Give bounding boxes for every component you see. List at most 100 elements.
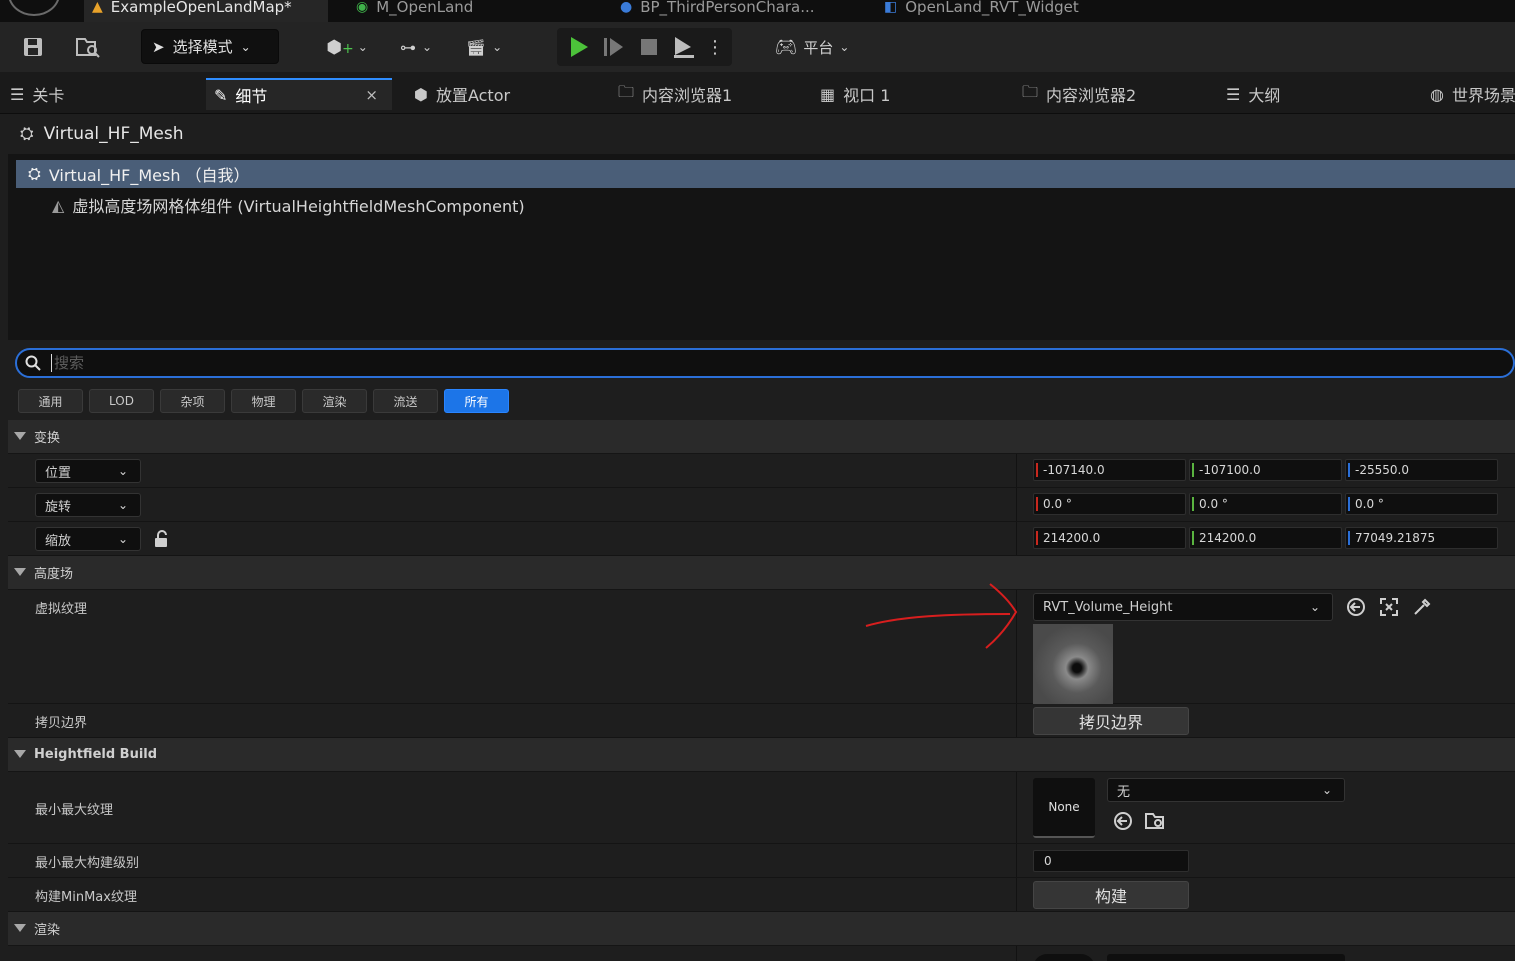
doc-tab-widget[interactable]: ◧ OpenLand_RVT_Widget [884, 0, 1079, 22]
select-mode-dropdown[interactable]: ➤ 选择模式 ⌄ [141, 29, 279, 64]
component-tree: ⛭ Virtual_HF_Mesh （自我） ◭ 虚拟高度场网格体组件 (Vir… [8, 154, 1515, 340]
eject-icon [674, 37, 694, 58]
tab-content-browser-1[interactable]: 🗀 内容浏览器1 [618, 78, 732, 110]
minmax-texture-dropdown[interactable]: 无 ⌄ [1107, 778, 1345, 802]
filter-physics[interactable]: 物理 [231, 389, 296, 413]
rotation-mode-dropdown[interactable]: 旋转 ⌄ [35, 493, 141, 517]
doc-tab-label: M_OpenLand [376, 0, 474, 16]
expand-triangle-icon [14, 432, 26, 440]
tab-outliner[interactable]: ☰ 大纲 [1226, 78, 1280, 110]
filter-streaming[interactable]: 流送 [373, 389, 438, 413]
virtual-texture-value: RVT_Volume_Height [1043, 599, 1173, 615]
folder-search-icon: 🗀 [1022, 81, 1039, 101]
property-row-scale: 缩放 ⌄ 214200.0 214200.0 77049.21875 [8, 522, 1515, 556]
category-heightfield[interactable]: 高度场 [8, 556, 1515, 590]
filter-misc[interactable]: 杂项 [160, 389, 225, 413]
component-row-vhfm[interactable]: ◭ 虚拟高度场网格体组件 (VirtualHeightfieldMeshComp… [52, 192, 525, 218]
category-heightfield-build[interactable]: Heightfield Build [8, 738, 1515, 772]
build-minmax-label: 构建MinMax纹理 [35, 890, 137, 905]
column-divider [1016, 772, 1017, 843]
doc-tab-blueprint[interactable]: ● BP_ThirdPersonChara... [620, 0, 815, 22]
unreal-logo-icon[interactable] [8, 0, 60, 16]
scale-y-field[interactable]: 214200.0 [1189, 527, 1342, 549]
doc-tab-level[interactable]: ▲ ExampleOpenLandMap* [84, 0, 328, 22]
filter-general[interactable]: 通用 [18, 389, 83, 413]
scale-z-field[interactable]: 77049.21875 [1345, 527, 1498, 549]
rotation-y-field[interactable]: 0.0 ° [1189, 493, 1342, 515]
cinematics-button[interactable]: 🎬︎ ⌄ [460, 30, 508, 64]
column-divider [1016, 704, 1017, 737]
filter-rendering[interactable]: 渲染 [302, 389, 367, 413]
widget-icon: ◧ [884, 0, 898, 15]
tab-place-actors[interactable]: ⬢ 放置Actor [414, 78, 510, 110]
use-selected-asset-button[interactable] [1343, 594, 1369, 620]
component-label: 虚拟高度场网格体组件 (VirtualHeightfieldMeshCompon… [72, 197, 525, 216]
actor-icon: ⛭ [20, 124, 34, 144]
scale-mode-dropdown[interactable]: 缩放 ⌄ [35, 527, 141, 551]
actor-icon: ⛭ [28, 164, 41, 183]
category-label: 变换 [34, 431, 61, 446]
doc-tab-material[interactable]: ◉ M_OpenLand [356, 0, 473, 22]
filter-all[interactable]: 所有 [444, 389, 509, 413]
advance-frame-button[interactable] [599, 30, 627, 64]
chevron-down-icon: ⌄ [117, 464, 128, 478]
play-options-button[interactable]: ⋮ [705, 30, 725, 64]
stop-button[interactable] [635, 30, 663, 64]
save-button[interactable] [18, 30, 48, 64]
tab-details[interactable]: ✎ 细节 × [206, 78, 392, 110]
arrow-left-circle-icon [1347, 598, 1365, 616]
chevron-down-icon: ⌄ [492, 40, 503, 54]
tab-content-browser-2[interactable]: 🗀 内容浏览器2 [1022, 78, 1136, 110]
eject-button[interactable] [669, 30, 699, 64]
location-mode-dropdown[interactable]: 位置 ⌄ [35, 459, 141, 483]
pick-asset-button[interactable] [1409, 594, 1435, 620]
blueprint-menu-button[interactable]: ⊶ ⌄ [392, 30, 440, 64]
browse-to-asset-button[interactable] [1376, 594, 1402, 620]
location-x-field[interactable]: -107140.0 [1033, 459, 1186, 481]
chevron-down-icon: ⌄ [117, 532, 128, 546]
chevron-down-icon: ⌄ [421, 40, 433, 54]
location-z-field[interactable]: -25550.0 [1345, 459, 1498, 481]
minmax-texture-thumbnail[interactable]: None [1033, 778, 1095, 838]
tab-label: 内容浏览器2 [1046, 86, 1137, 105]
location-y-field[interactable]: -107100.0 [1189, 459, 1342, 481]
tab-viewport-1[interactable]: ▦ 视口 1 [820, 78, 890, 110]
chevron-down-icon: ⌄ [839, 40, 850, 54]
scale-x-field[interactable]: 214200.0 [1033, 527, 1186, 549]
category-render[interactable]: 渲染 [8, 912, 1515, 946]
material-thumbnail[interactable] [1033, 954, 1095, 961]
search-input[interactable] [51, 354, 1451, 372]
platform-menu[interactable]: 🎮︎ 平台 ⌄ [768, 30, 856, 64]
play-button[interactable] [565, 30, 593, 64]
close-icon[interactable]: × [365, 86, 378, 104]
add-actor-button[interactable]: ⬢+ ⌄ [322, 30, 372, 64]
browse-asset-button[interactable] [1142, 808, 1168, 834]
details-panel: ⛭ Virtual_HF_Mesh ⛭ Virtual_HF_Mesh （自我）… [0, 114, 1515, 961]
material-dropdown[interactable] [1107, 954, 1345, 961]
folder-search-icon [76, 38, 100, 58]
filter-lod[interactable]: LOD [89, 389, 154, 413]
minmax-texture-label: 最小最大纹理 [35, 803, 114, 818]
virtual-texture-thumbnail[interactable] [1033, 624, 1113, 704]
search-icon [25, 355, 41, 371]
use-selected-asset-button[interactable] [1110, 808, 1136, 834]
browse-content-button[interactable] [72, 30, 104, 64]
doc-tab-label: ExampleOpenLandMap* [110, 0, 292, 16]
tab-levels[interactable]: ☰ 关卡 [10, 78, 64, 110]
virtual-texture-dropdown[interactable]: RVT_Volume_Height ⌄ [1033, 593, 1333, 621]
tab-world-settings[interactable]: ◍ 世界场景 [1430, 78, 1515, 110]
copy-bounds-button[interactable]: 拷贝边界 [1033, 707, 1189, 735]
doc-tab-label: BP_ThirdPersonChara... [640, 0, 815, 16]
outliner-list-icon: ☰ [1226, 84, 1241, 104]
blueprint-graph-icon: ⊶ [399, 37, 416, 57]
tab-label: 大纲 [1248, 86, 1281, 105]
rotation-z-field[interactable]: 0.0 ° [1345, 493, 1498, 515]
build-button[interactable]: 构建 [1033, 881, 1189, 909]
minmax-levels-field[interactable]: 0 [1033, 850, 1189, 872]
category-transform[interactable]: 变换 [8, 420, 1515, 454]
stop-icon [641, 39, 657, 55]
component-row-self[interactable]: ⛭ Virtual_HF_Mesh （自我） [16, 160, 1515, 188]
actor-name: Virtual_HF_Mesh [43, 124, 184, 144]
rotation-x-field[interactable]: 0.0 ° [1033, 493, 1186, 515]
unlock-icon[interactable] [148, 526, 174, 552]
